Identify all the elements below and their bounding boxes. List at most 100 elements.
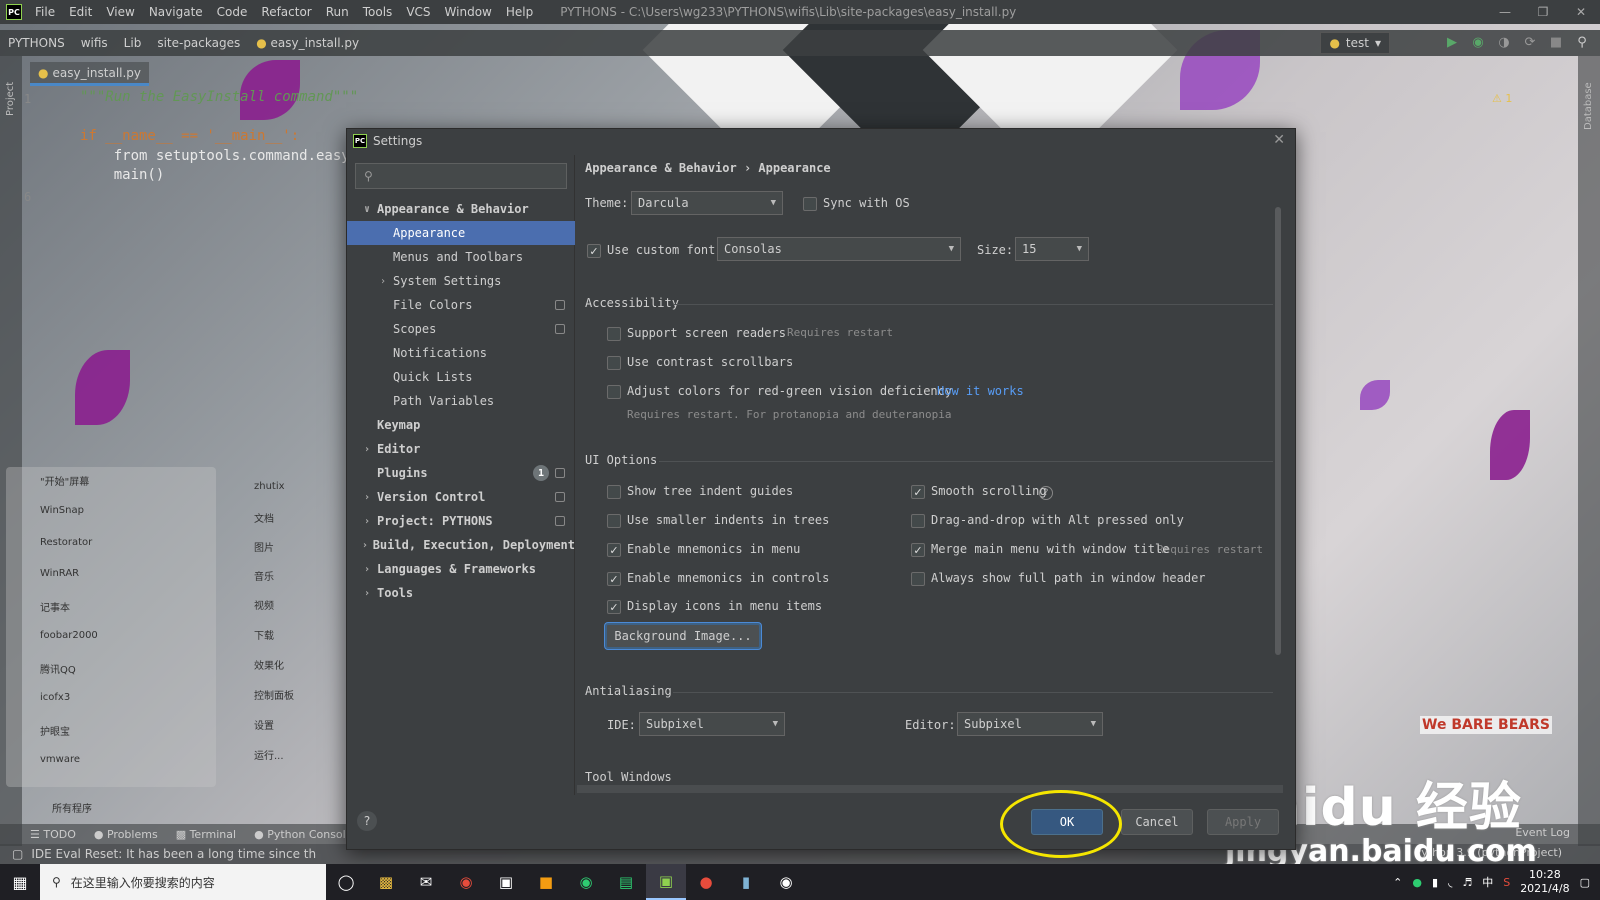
terminal-app-icon[interactable]: ▤ (606, 864, 646, 900)
menu-help[interactable]: Help (499, 5, 540, 19)
close-icon[interactable]: ✕ (1273, 132, 1285, 148)
menu-vcs[interactable]: VCS (399, 5, 437, 19)
code-line[interactable]: """Run the EasyInstall command""" (80, 89, 358, 105)
apply-button[interactable]: Apply (1207, 809, 1279, 835)
code-line[interactable]: main() (80, 167, 165, 183)
menu-refactor[interactable]: Refactor (254, 5, 318, 19)
volume-icon[interactable]: ♬ (1462, 876, 1472, 889)
font-size-select[interactable]: 15 ▼ (1015, 237, 1089, 261)
project-tool-label[interactable]: Project (5, 82, 16, 116)
chevron-right-icon[interactable]: › (361, 564, 373, 575)
chevron-right-icon[interactable]: › (361, 444, 373, 455)
menu-window[interactable]: Window (438, 5, 499, 19)
tree-item-menus-and-toolbars[interactable]: Menus and Toolbars (347, 245, 575, 269)
help-button[interactable]: ? (357, 811, 377, 831)
status-message[interactable]: IDE Eval Reset: It has been a long time … (31, 847, 316, 861)
run-config-selector[interactable]: ● test ▾ (1320, 32, 1390, 54)
wifi-icon[interactable]: ◟ (1448, 876, 1452, 889)
tree-item-appearance-behavior[interactable]: ∨ Appearance & Behavior (347, 197, 575, 221)
stop-icon[interactable]: ■ (1548, 34, 1564, 50)
tree-item-appearance[interactable]: Appearance (347, 221, 575, 245)
taskbar-search-input[interactable]: ⚲ 在这里输入你要搜索的内容 (40, 864, 326, 900)
file-explorer-icon[interactable]: ▩ (366, 864, 406, 900)
terminal-tab[interactable]: ▩ Terminal (176, 828, 236, 841)
font-select[interactable]: Consolas ▼ (717, 237, 961, 261)
clock[interactable]: 10:28 2021/4/8 (1520, 868, 1569, 896)
pycharm-taskbar-icon[interactable]: ▣ (646, 864, 686, 900)
profile-icon[interactable]: ⟳ (1522, 34, 1538, 50)
tree-item-version-control[interactable]: › Version Control (347, 485, 575, 509)
adjust-colors-checkbox[interactable] (607, 385, 621, 399)
battery-icon[interactable]: ▮ (1432, 876, 1438, 889)
debug-icon[interactable]: ◉ (1470, 34, 1486, 50)
menu-code[interactable]: Code (210, 5, 255, 19)
mail-icon[interactable]: ✉ (406, 864, 446, 900)
breadcrumb-site-packages[interactable]: site-packages (149, 36, 248, 50)
tray-expand-icon[interactable]: ⌃ (1393, 876, 1402, 889)
breadcrumb-lib[interactable]: Lib (116, 36, 150, 50)
tree-item-languages-frameworks[interactable]: › Languages & Frameworks (347, 557, 575, 581)
ui-option-checkbox[interactable]: ✓ (607, 600, 621, 614)
sync-os-checkbox[interactable] (803, 197, 817, 211)
coverage-icon[interactable]: ◑ (1496, 34, 1512, 50)
menu-file[interactable]: File (28, 5, 62, 19)
chevron-right-icon[interactable]: › (361, 540, 369, 551)
chevron-right-icon[interactable]: › (361, 492, 373, 503)
menu-run[interactable]: Run (319, 5, 356, 19)
sogou-icon[interactable]: S (1503, 876, 1510, 889)
ime-indicator[interactable]: 中 (1482, 874, 1493, 890)
ui-option-checkbox[interactable]: ✓ (607, 543, 621, 557)
restore-icon[interactable]: ❐ (1524, 0, 1562, 24)
camera-icon[interactable]: ◉ (766, 864, 806, 900)
breadcrumb-project[interactable]: PYTHONS (0, 36, 73, 50)
how-it-works-link[interactable]: How it works (937, 384, 1024, 398)
app-circle-icon[interactable]: ◉ (566, 864, 606, 900)
search-everywhere-icon[interactable]: ⚲ (1574, 34, 1590, 50)
sublime-icon[interactable]: ■ (526, 864, 566, 900)
editor-tab[interactable]: ● easy_install.py (30, 62, 150, 86)
settings-search-input[interactable]: ⚲ (355, 163, 567, 189)
tree-item-path-variables[interactable]: Path Variables (347, 389, 575, 413)
chevron-down-icon[interactable]: ∨ (361, 204, 373, 215)
wechat-icon[interactable]: ● (1412, 876, 1422, 889)
cancel-button[interactable]: Cancel (1121, 809, 1193, 835)
tree-item-keymap[interactable]: Keymap (347, 413, 575, 437)
ui-option-checkbox[interactable]: ✓ (607, 572, 621, 586)
chevron-right-icon[interactable]: › (361, 588, 373, 599)
custom-font-checkbox[interactable]: ✓ (587, 244, 601, 258)
ide-aa-select[interactable]: Subpixel ▼ (639, 712, 785, 736)
code-line[interactable]: if __name__ == '__main__': (80, 128, 299, 144)
minimize-icon[interactable]: — (1486, 0, 1524, 24)
run-icon[interactable]: ▶ (1444, 34, 1460, 50)
ui-option-checkbox[interactable] (911, 572, 925, 586)
tree-item-notifications[interactable]: Notifications (347, 341, 575, 365)
python-console-tab[interactable]: ● Python Console (254, 828, 352, 841)
breadcrumb-wifis[interactable]: wifis (73, 36, 116, 50)
ui-option-checkbox[interactable] (607, 485, 621, 499)
theme-select[interactable]: Darcula ▼ (631, 191, 783, 215)
database-tool-label[interactable]: Database (1583, 82, 1594, 130)
editor-aa-select[interactable]: Subpixel ▼ (957, 712, 1103, 736)
windows-start-icon[interactable]: ▦ (0, 864, 40, 900)
tree-item-scopes[interactable]: Scopes (347, 317, 575, 341)
breadcrumb-file[interactable]: ● easy_install.py (248, 36, 367, 50)
ui-option-checkbox[interactable] (607, 514, 621, 528)
tree-item-tools[interactable]: › Tools (347, 581, 575, 605)
notification-icon[interactable]: ▢ (1580, 876, 1590, 889)
task-view-icon[interactable]: ◯ (326, 864, 366, 900)
ui-option-checkbox[interactable]: ✓ (911, 543, 925, 557)
record-icon[interactable]: ● (686, 864, 726, 900)
tree-item-build-execution-deployment[interactable]: › Build, Execution, Deployment (347, 533, 575, 557)
chrome-icon[interactable]: ◉ (446, 864, 486, 900)
close-icon[interactable]: ✕ (1562, 0, 1600, 24)
notes-icon[interactable]: ▮ (726, 864, 766, 900)
tree-item-editor[interactable]: › Editor (347, 437, 575, 461)
chevron-right-icon[interactable]: › (377, 276, 389, 287)
ui-option-checkbox[interactable] (911, 514, 925, 528)
contrast-scrollbars-checkbox[interactable] (607, 356, 621, 370)
content-scrollbar[interactable] (1275, 207, 1281, 655)
horizontal-scrollbar[interactable] (577, 785, 1283, 793)
typora-icon[interactable]: ▣ (486, 864, 526, 900)
menu-tools[interactable]: Tools (356, 5, 400, 19)
menu-edit[interactable]: Edit (62, 5, 99, 19)
